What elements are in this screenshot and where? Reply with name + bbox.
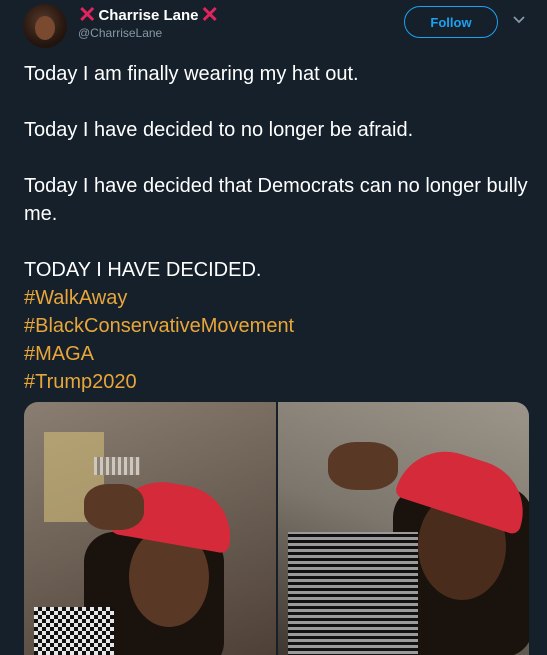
hashtag-link[interactable]: #Trump2020: [24, 368, 529, 396]
hand: [327, 442, 398, 490]
chevron-down-icon[interactable]: [511, 12, 527, 28]
follow-button[interactable]: Follow: [404, 6, 498, 38]
user-handle[interactable]: @CharriseLane: [78, 26, 162, 40]
hashtag-link[interactable]: #WalkAway: [24, 284, 529, 312]
photo-right[interactable]: [277, 402, 529, 655]
hashtag-link[interactable]: #BlackConservativeMovement: [24, 312, 529, 340]
x-mark-icon: ✕: [78, 2, 97, 27]
avatar-face: [35, 16, 55, 40]
tweet-line: Today I have decided to no longer be afr…: [24, 119, 414, 141]
tweet-header: ✕ Charrise Lane ✕ @CharriseLane Follow: [0, 0, 547, 56]
striped-shirt: [287, 532, 418, 655]
display-name[interactable]: Charrise Lane: [98, 7, 198, 24]
tweet-line: Today I am finally wearing my hat out.: [24, 63, 359, 85]
tweet-line: TODAY I HAVE DECIDED.: [24, 259, 262, 281]
media-grid: [24, 402, 529, 655]
wall-vent: [94, 457, 140, 475]
x-mark-icon: ✕: [200, 2, 219, 27]
hand: [84, 484, 144, 530]
photo-left[interactable]: [24, 402, 276, 655]
avatar[interactable]: [23, 4, 67, 48]
tweet-text: Today I am finally wearing my hat out. T…: [24, 60, 529, 396]
chevron-down-icon: [513, 16, 525, 24]
tweet-line: Today I have decided that Democrats can …: [24, 175, 528, 225]
hashtag-link[interactable]: #MAGA: [24, 340, 529, 368]
houndstooth-shirt: [34, 607, 114, 655]
author-name-row[interactable]: ✕ Charrise Lane ✕: [78, 4, 219, 26]
